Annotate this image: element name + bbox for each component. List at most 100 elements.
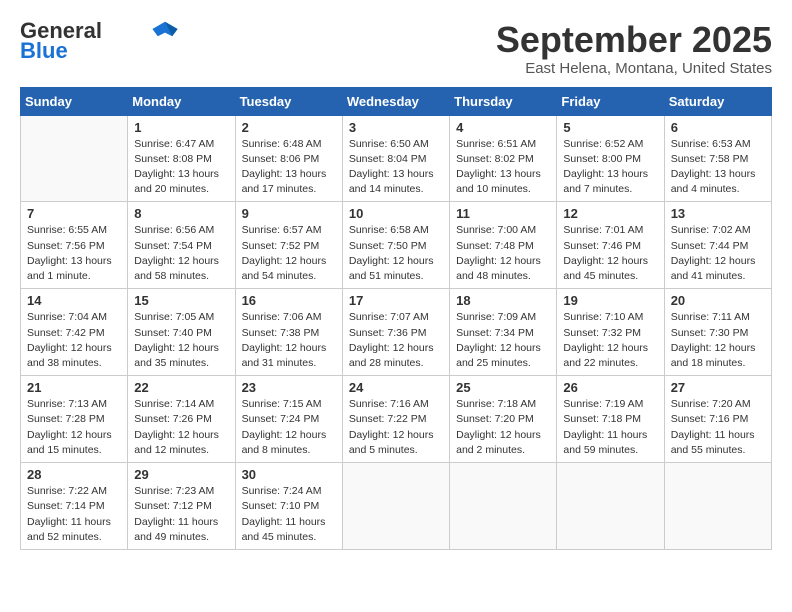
calendar-cell: 11 Sunrise: 7:00 AMSunset: 7:48 PMDayligh…	[450, 202, 557, 289]
day-number: 13	[671, 206, 765, 221]
calendar-cell: 13 Sunrise: 7:02 AMSunset: 7:44 PMDayligh…	[664, 202, 771, 289]
day-number: 20	[671, 293, 765, 308]
day-number: 29	[134, 467, 228, 482]
calendar-cell: 10Sunrise: 6:58 AMSunset: 7:50 PMDayligh…	[342, 202, 449, 289]
day-number: 30	[242, 467, 336, 482]
logo-icon	[150, 20, 180, 38]
calendar-cell: 8 Sunrise: 6:56 AMSunset: 7:54 PMDaylight…	[128, 202, 235, 289]
day-header-saturday: Saturday	[664, 87, 771, 115]
day-number: 18	[456, 293, 550, 308]
day-number: 26	[563, 380, 657, 395]
cell-content: Sunrise: 6:50 AMSunset: 8:04 PMDaylight:…	[349, 137, 443, 198]
cell-content: Sunrise: 7:01 AMSunset: 7:46 PMDaylight:…	[563, 223, 657, 284]
day-number: 3	[349, 120, 443, 135]
cell-content: Sunrise: 6:53 AMSunset: 7:58 PMDaylight:…	[671, 137, 765, 198]
calendar-cell: 24 Sunrise: 7:16 AMSunset: 7:22 PMDayligh…	[342, 376, 449, 463]
day-number: 8	[134, 206, 228, 221]
calendar-cell	[557, 463, 664, 550]
day-number: 19	[563, 293, 657, 308]
cell-content: Sunrise: 7:22 AMSunset: 7:14 PMDaylight:…	[27, 484, 121, 545]
calendar-cell: 20 Sunrise: 7:11 AMSunset: 7:30 PMDayligh…	[664, 289, 771, 376]
cell-content: Sunrise: 6:57 AMSunset: 7:52 PMDaylight:…	[242, 223, 336, 284]
cell-content: Sunrise: 6:52 AMSunset: 8:00 PMDaylight:…	[563, 137, 657, 198]
cell-content: Sunrise: 7:04 AMSunset: 7:42 PMDaylight:…	[27, 310, 121, 371]
calendar-cell: 30 Sunrise: 7:24 AMSunset: 7:10 PMDayligh…	[235, 463, 342, 550]
logo: General Blue	[20, 20, 180, 63]
calendar-cell: 6 Sunrise: 6:53 AMSunset: 7:58 PMDaylight…	[664, 115, 771, 202]
day-header-tuesday: Tuesday	[235, 87, 342, 115]
cell-content: Sunrise: 7:02 AMSunset: 7:44 PMDaylight:…	[671, 223, 765, 284]
day-number: 11	[456, 206, 550, 221]
day-number: 24	[349, 380, 443, 395]
cell-content: Sunrise: 7:23 AMSunset: 7:12 PMDaylight:…	[134, 484, 228, 545]
calendar-cell: 23Sunrise: 7:15 AMSunset: 7:24 PMDayligh…	[235, 376, 342, 463]
calendar-cell: 28 Sunrise: 7:22 AMSunset: 7:14 PMDayligh…	[21, 463, 128, 550]
calendar-cell	[21, 115, 128, 202]
day-number: 21	[27, 380, 121, 395]
cell-content: Sunrise: 7:16 AMSunset: 7:22 PMDaylight:…	[349, 397, 443, 458]
day-header-monday: Monday	[128, 87, 235, 115]
calendar-cell: 17 Sunrise: 7:07 AMSunset: 7:36 PMDayligh…	[342, 289, 449, 376]
calendar-table: SundayMondayTuesdayWednesdayThursdayFrid…	[20, 87, 772, 550]
calendar-subtitle: East Helena, Montana, United States	[496, 60, 772, 77]
calendar-cell: 3 Sunrise: 6:50 AMSunset: 8:04 PMDaylight…	[342, 115, 449, 202]
day-header-thursday: Thursday	[450, 87, 557, 115]
day-number: 7	[27, 206, 121, 221]
cell-content: Sunrise: 7:09 AMSunset: 7:34 PMDaylight:…	[456, 310, 550, 371]
day-number: 22	[134, 380, 228, 395]
cell-content: Sunrise: 7:05 AMSunset: 7:40 PMDaylight:…	[134, 310, 228, 371]
day-number: 17	[349, 293, 443, 308]
calendar-week-row: 14Sunrise: 7:04 AMSunset: 7:42 PMDayligh…	[21, 289, 772, 376]
calendar-cell: 21 Sunrise: 7:13 AMSunset: 7:28 PMDayligh…	[21, 376, 128, 463]
cell-content: Sunrise: 6:55 AMSunset: 7:56 PMDaylight:…	[27, 223, 121, 284]
calendar-cell: 26Sunrise: 7:19 AMSunset: 7:18 PMDayligh…	[557, 376, 664, 463]
cell-content: Sunrise: 7:24 AMSunset: 7:10 PMDaylight:…	[242, 484, 336, 545]
calendar-cell	[342, 463, 449, 550]
cell-content: Sunrise: 7:20 AMSunset: 7:16 PMDaylight:…	[671, 397, 765, 458]
calendar-week-row: 1Sunrise: 6:47 AMSunset: 8:08 PMDaylight…	[21, 115, 772, 202]
cell-content: Sunrise: 7:13 AMSunset: 7:28 PMDaylight:…	[27, 397, 121, 458]
day-number: 5	[563, 120, 657, 135]
day-number: 10	[349, 206, 443, 221]
logo-blue-text: Blue	[20, 38, 68, 63]
calendar-cell: 1Sunrise: 6:47 AMSunset: 8:08 PMDaylight…	[128, 115, 235, 202]
page-header: General Blue September 2025 East Helena,…	[20, 20, 772, 77]
day-number: 6	[671, 120, 765, 135]
calendar-cell: 7 Sunrise: 6:55 AMSunset: 7:56 PMDaylight…	[21, 202, 128, 289]
cell-content: Sunrise: 6:51 AMSunset: 8:02 PMDaylight:…	[456, 137, 550, 198]
cell-content: Sunrise: 7:00 AMSunset: 7:48 PMDaylight:…	[456, 223, 550, 284]
cell-content: Sunrise: 7:06 AMSunset: 7:38 PMDaylight:…	[242, 310, 336, 371]
day-header-wednesday: Wednesday	[342, 87, 449, 115]
calendar-week-row: 7 Sunrise: 6:55 AMSunset: 7:56 PMDaylight…	[21, 202, 772, 289]
cell-content: Sunrise: 7:07 AMSunset: 7:36 PMDaylight:…	[349, 310, 443, 371]
day-header-sunday: Sunday	[21, 87, 128, 115]
calendar-cell: 5 Sunrise: 6:52 AMSunset: 8:00 PMDaylight…	[557, 115, 664, 202]
calendar-cell	[664, 463, 771, 550]
day-number: 4	[456, 120, 550, 135]
calendar-cell: 15 Sunrise: 7:05 AMSunset: 7:40 PMDayligh…	[128, 289, 235, 376]
calendar-cell: 9 Sunrise: 6:57 AMSunset: 7:52 PMDaylight…	[235, 202, 342, 289]
day-number: 15	[134, 293, 228, 308]
calendar-cell: 2 Sunrise: 6:48 AMSunset: 8:06 PMDaylight…	[235, 115, 342, 202]
day-number: 28	[27, 467, 121, 482]
calendar-cell	[450, 463, 557, 550]
cell-content: Sunrise: 7:15 AMSunset: 7:24 PMDaylight:…	[242, 397, 336, 458]
calendar-cell: 12 Sunrise: 7:01 AMSunset: 7:46 PMDayligh…	[557, 202, 664, 289]
cell-content: Sunrise: 6:48 AMSunset: 8:06 PMDaylight:…	[242, 137, 336, 198]
cell-content: Sunrise: 6:47 AMSunset: 8:08 PMDaylight:…	[134, 137, 228, 198]
calendar-cell: 16Sunrise: 7:06 AMSunset: 7:38 PMDayligh…	[235, 289, 342, 376]
calendar-week-row: 21 Sunrise: 7:13 AMSunset: 7:28 PMDayligh…	[21, 376, 772, 463]
cell-content: Sunrise: 7:18 AMSunset: 7:20 PMDaylight:…	[456, 397, 550, 458]
cell-content: Sunrise: 7:11 AMSunset: 7:30 PMDaylight:…	[671, 310, 765, 371]
calendar-week-row: 28 Sunrise: 7:22 AMSunset: 7:14 PMDayligh…	[21, 463, 772, 550]
calendar-cell: 4 Sunrise: 6:51 AMSunset: 8:02 PMDaylight…	[450, 115, 557, 202]
calendar-cell: 19Sunrise: 7:10 AMSunset: 7:32 PMDayligh…	[557, 289, 664, 376]
day-number: 2	[242, 120, 336, 135]
day-number: 25	[456, 380, 550, 395]
cell-content: Sunrise: 6:56 AMSunset: 7:54 PMDaylight:…	[134, 223, 228, 284]
day-number: 9	[242, 206, 336, 221]
calendar-cell: 18 Sunrise: 7:09 AMSunset: 7:34 PMDayligh…	[450, 289, 557, 376]
day-number: 12	[563, 206, 657, 221]
calendar-header-row: SundayMondayTuesdayWednesdayThursdayFrid…	[21, 87, 772, 115]
day-number: 27	[671, 380, 765, 395]
